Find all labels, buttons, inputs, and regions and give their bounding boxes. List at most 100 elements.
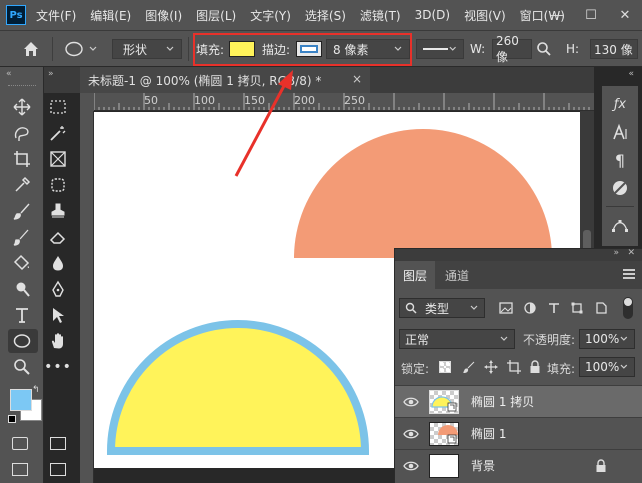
lock-artboard-icon[interactable]: [507, 360, 521, 374]
dodge-tool[interactable]: [12, 279, 32, 299]
history-brush-tool[interactable]: [12, 227, 32, 247]
marquee-tool[interactable]: [48, 97, 68, 117]
lock-transparent-icon[interactable]: [439, 361, 451, 373]
hand-tool[interactable]: [48, 331, 68, 351]
eyedropper-tool[interactable]: [12, 175, 32, 195]
filter-pixel-icon[interactable]: [499, 302, 513, 314]
panel-expand-icon[interactable]: »: [613, 248, 619, 258]
lock-icon: [596, 459, 606, 472]
artboard-icon[interactable]: [50, 437, 66, 450]
dodge-icon: [16, 282, 30, 297]
height-input[interactable]: 130 像: [590, 39, 638, 59]
opacity-input[interactable]: 100%: [579, 329, 635, 349]
visibility-eye-icon[interactable]: [403, 458, 419, 474]
panel-close-icon[interactable]: ✕: [627, 248, 635, 258]
frame-tool[interactable]: [48, 149, 68, 169]
chevron-down-icon: [620, 364, 628, 369]
tool-mode-dropdown[interactable]: 形状: [112, 39, 182, 59]
character-panel-button[interactable]: [602, 118, 638, 146]
visibility-eye-icon[interactable]: [403, 394, 419, 410]
menu-select[interactable]: 选择(S): [305, 7, 346, 24]
filter-toggle[interactable]: [623, 297, 633, 319]
menu-layer[interactable]: 图层(L): [196, 7, 236, 24]
visibility-eye-icon[interactable]: [403, 426, 419, 442]
lasso-tool[interactable]: [12, 123, 32, 143]
menu-edit[interactable]: 编辑(E): [90, 7, 131, 24]
layer-row-ellipse-1-copy[interactable]: 椭圆 1 拷贝: [395, 385, 642, 417]
menu-filter[interactable]: 滤镜(T): [360, 7, 401, 24]
close-window-button[interactable]: ✕: [608, 0, 642, 30]
ellipse-tool[interactable]: [12, 331, 32, 351]
layer-fill-input[interactable]: 100%: [579, 357, 635, 377]
clone-stamp-tool[interactable]: [48, 201, 68, 221]
quick-mask-icon[interactable]: [12, 437, 28, 450]
minimize-button[interactable]: —: [540, 0, 574, 30]
lock-brush-icon[interactable]: [463, 361, 475, 373]
filter-smart-object-icon[interactable]: [595, 302, 607, 314]
blur-tool[interactable]: [48, 253, 68, 273]
filter-shape-icon[interactable]: [571, 302, 583, 314]
document-tab[interactable]: 未标题-1 @ 100% (椭圆 1 拷贝, RGB/8) * ×: [80, 67, 370, 93]
menu-type[interactable]: 文字(Y): [250, 7, 291, 24]
layer-name[interactable]: 背景: [471, 457, 495, 474]
close-tab-icon[interactable]: ×: [352, 72, 362, 86]
layer-name[interactable]: 椭圆 1 拷贝: [471, 393, 534, 410]
screen-mode-2-icon[interactable]: [50, 463, 66, 476]
maximize-button[interactable]: ☐: [574, 0, 608, 30]
layer-filter-dropdown[interactable]: 类型: [399, 298, 485, 318]
color-panel-button[interactable]: [602, 174, 638, 202]
ruler-label-100: 100: [194, 94, 215, 107]
paint-bucket-tool[interactable]: [12, 253, 32, 273]
layer-name[interactable]: 椭圆 1: [471, 425, 506, 442]
lock-all-icon[interactable]: [529, 360, 541, 374]
brush-icon: [13, 203, 30, 220]
tab-channels[interactable]: 通道: [437, 261, 477, 289]
width-value: 260 像: [496, 33, 519, 64]
layer-row-background[interactable]: 背景: [395, 449, 642, 481]
width-input[interactable]: 260 像: [492, 34, 532, 64]
foreground-color-swatch[interactable]: [10, 389, 32, 411]
more-tools-button[interactable]: •••: [44, 357, 71, 377]
filter-type-icon[interactable]: [548, 302, 560, 314]
dock-collapse-icon[interactable]: «: [628, 69, 634, 79]
move-tool[interactable]: [12, 97, 32, 117]
path-selection-tool[interactable]: [48, 305, 68, 325]
magic-wand-tool[interactable]: [48, 123, 68, 143]
screen-mode-icon[interactable]: [12, 463, 28, 476]
menu-file[interactable]: 文件(F): [36, 7, 76, 24]
blend-mode-dropdown[interactable]: 正常: [399, 329, 515, 349]
panel-menu-icon[interactable]: [623, 269, 635, 279]
ruler-label-150: 150: [244, 94, 265, 107]
type-tool[interactable]: [12, 305, 32, 325]
width-label: W:: [470, 42, 486, 56]
brush-tool[interactable]: [12, 201, 32, 221]
filter-adjustment-icon[interactable]: [524, 302, 536, 314]
paths-panel-button[interactable]: [602, 212, 638, 240]
eraser-tool[interactable]: [48, 227, 68, 247]
orange-semicircle-shape[interactable]: [294, 129, 552, 258]
menu-3d[interactable]: 3D(D): [415, 8, 450, 22]
chevron-down-icon: [470, 305, 478, 310]
stroke-type-dropdown[interactable]: [416, 39, 464, 59]
adjustments-panel-button[interactable]: ƒx: [602, 90, 638, 118]
toolbar-collapse-icon[interactable]: «: [6, 69, 12, 79]
paragraph-panel-button[interactable]: ¶: [602, 146, 638, 174]
menu-view[interactable]: 视图(V): [464, 7, 506, 24]
layer-row-ellipse-1[interactable]: 椭圆 1: [395, 417, 642, 449]
zoom-icon: [14, 359, 30, 375]
default-colors-icon[interactable]: [8, 415, 16, 423]
tool-preset-picker[interactable]: [64, 38, 98, 60]
tab-layers[interactable]: 图层: [395, 261, 436, 289]
home-button[interactable]: [22, 38, 40, 60]
lock-move-icon[interactable]: [484, 360, 498, 374]
ruler-origin[interactable]: [80, 93, 94, 111]
crop-tool[interactable]: [12, 149, 32, 169]
menu-image[interactable]: 图像(I): [145, 7, 182, 24]
yellow-semicircle-shape[interactable]: [106, 320, 370, 455]
swap-colors-icon[interactable]: ↰: [32, 385, 40, 395]
link-dimensions-button[interactable]: [536, 38, 552, 60]
spot-healing-tool[interactable]: [48, 175, 68, 195]
panel-collapse-icon[interactable]: »: [48, 69, 54, 79]
zoom-tool[interactable]: [12, 357, 32, 377]
pen-tool[interactable]: [48, 279, 68, 299]
